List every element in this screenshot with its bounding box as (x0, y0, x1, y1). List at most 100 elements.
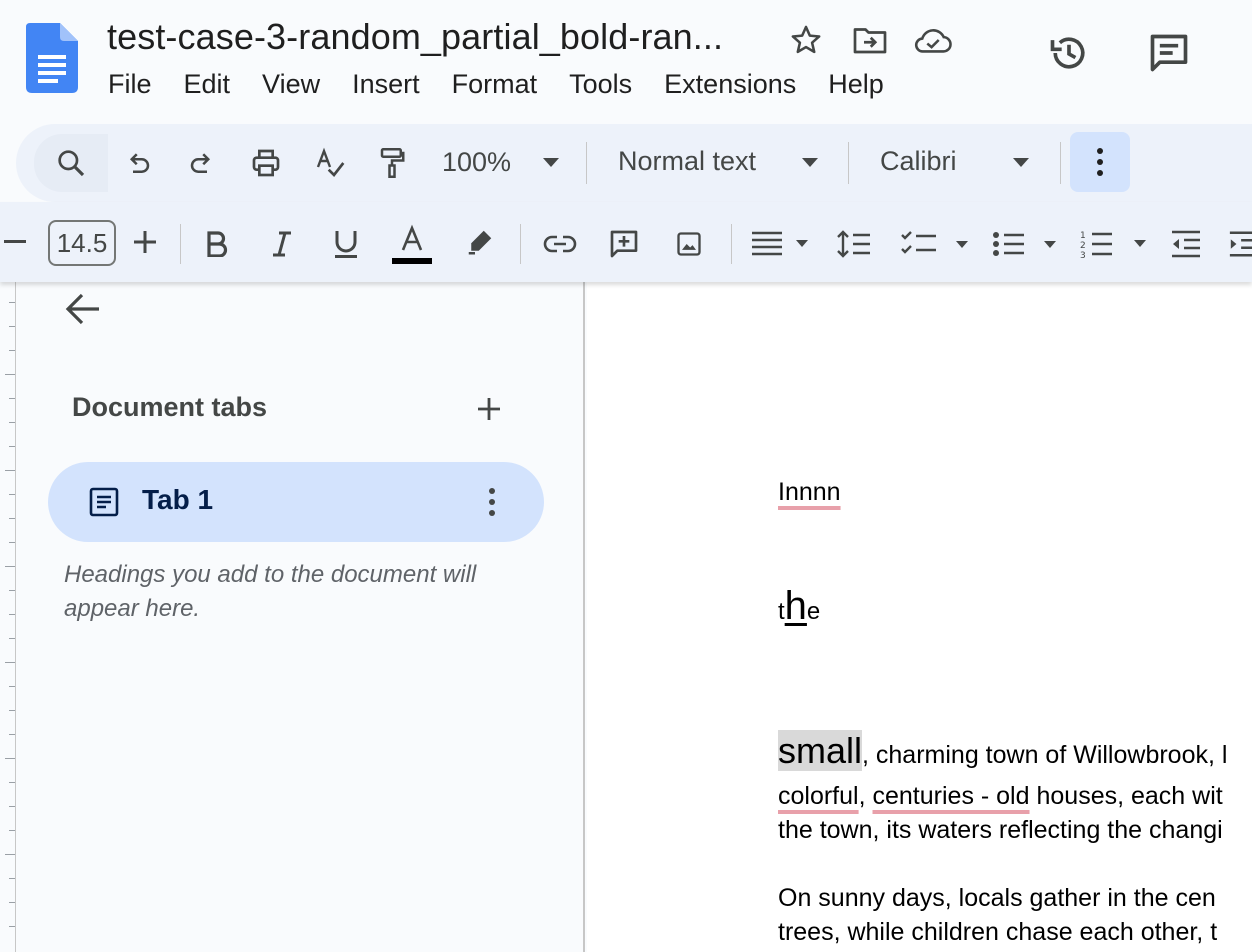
svg-text:2: 2 (1080, 241, 1086, 251)
doc-line-the[interactable]: the (778, 584, 820, 629)
move-to-folder-icon[interactable] (850, 20, 890, 60)
paragraph-style-select[interactable]: Normal text (618, 146, 756, 177)
underline-button[interactable] (325, 222, 367, 266)
bold-button[interactable] (196, 222, 238, 266)
undo-button[interactable] (116, 143, 160, 183)
ruler-tick (9, 830, 15, 831)
doc-paragraph-line[interactable]: On sunny days, locals gather in the cen (778, 884, 1216, 913)
main-toolbar: 100% Normal text Calibri (16, 124, 1252, 202)
font-family-select[interactable]: Calibri (880, 146, 957, 177)
arrow-back-icon (65, 293, 99, 325)
decrease-indent-button[interactable] (1164, 222, 1208, 266)
text-run: houses, each wit (1029, 782, 1223, 810)
more-options-button[interactable] (1070, 132, 1130, 192)
italic-icon (273, 231, 291, 257)
ruler-tick (9, 686, 15, 687)
menu-bar: File Edit View Insert Format Tools Exten… (92, 64, 900, 104)
zoom-value[interactable]: 100% (442, 147, 511, 178)
doc-line-innnn[interactable]: Innnn (778, 478, 841, 507)
cloud-saved-icon[interactable] (913, 20, 953, 60)
document-canvas[interactable]: Innnn the small, charming town of Willow… (587, 282, 1252, 952)
plus-icon (134, 231, 156, 253)
version-history-icon[interactable] (1044, 28, 1094, 78)
document-title[interactable]: test-case-3-random_partial_bold-ran... (107, 16, 723, 58)
underline-icon (335, 231, 357, 258)
add-comment-button[interactable] (602, 222, 646, 266)
insert-link-button[interactable] (538, 222, 582, 266)
selected-word[interactable]: small (778, 730, 863, 771)
font-size-input[interactable]: 14.5 (48, 220, 116, 266)
decrease-font-size-button[interactable] (0, 224, 30, 260)
spelling-grammar-button[interactable] (308, 143, 352, 183)
add-tab-button[interactable] (472, 392, 506, 426)
ruler-tick (9, 782, 15, 783)
paint-format-button[interactable] (370, 143, 414, 183)
bulleted-list-icon (993, 232, 1056, 256)
text-run: t (778, 598, 785, 625)
misspelled-word[interactable]: colorful (778, 782, 859, 810)
print-button[interactable] (244, 143, 288, 183)
ruler-tick (5, 662, 15, 663)
font-dropdown-icon[interactable] (1006, 148, 1036, 178)
bulleted-list-button[interactable] (986, 222, 1066, 266)
svg-text:1: 1 (1080, 231, 1086, 241)
undo-icon (129, 153, 150, 173)
text-run: the town, its waters reflecting the chan… (778, 816, 1223, 844)
doc-paragraph-line[interactable]: small, charming town of Willowbrook, l (778, 730, 1227, 772)
align-justify-button[interactable] (746, 222, 812, 266)
zoom-dropdown-icon[interactable] (536, 148, 566, 178)
menu-tools[interactable]: Tools (553, 64, 648, 104)
ruler-tick (9, 590, 15, 591)
doc-paragraph-line[interactable]: the town, its waters reflecting the chan… (778, 816, 1223, 845)
vertical-ruler (0, 282, 16, 952)
italic-button[interactable] (261, 222, 303, 266)
menu-help[interactable]: Help (812, 64, 900, 104)
ruler-tick (9, 614, 15, 615)
increase-indent-button[interactable] (1228, 222, 1252, 266)
toolbar-divider (1060, 142, 1061, 184)
menu-file[interactable]: File (92, 64, 168, 104)
grammar-flagged-phrase[interactable]: centuries - old (873, 782, 1030, 810)
ruler-tick (9, 398, 15, 399)
ruler-tick (9, 638, 15, 639)
align-justify-icon (752, 231, 808, 256)
toolbar-divider (180, 224, 181, 264)
menu-format[interactable]: Format (436, 64, 554, 104)
redo-button[interactable] (180, 143, 224, 183)
spellcheck-icon (316, 147, 345, 178)
highlight-color-button[interactable] (458, 220, 502, 264)
ruler-tick (5, 566, 15, 567)
doc-paragraph-line[interactable]: trees, while children chase each other, … (778, 918, 1217, 947)
svg-text:3: 3 (1080, 251, 1086, 260)
line-spacing-button[interactable] (832, 222, 876, 266)
tab-options-button[interactable] (474, 482, 510, 522)
panel-heading: Document tabs (72, 392, 268, 422)
comments-icon[interactable] (1144, 28, 1194, 78)
ruler-tick (9, 518, 15, 519)
doc-paragraph-line[interactable]: colorful, centuries - old houses, each w… (778, 782, 1223, 811)
increase-font-size-button[interactable] (128, 224, 162, 260)
ruler-tick (5, 854, 15, 855)
star-icon[interactable] (786, 20, 826, 60)
google-docs-logo-icon[interactable] (26, 23, 78, 93)
document-tab-item[interactable]: Tab 1 (48, 462, 544, 542)
link-icon (543, 235, 577, 253)
numbered-list-button[interactable]: 123 (1076, 222, 1156, 266)
minus-icon (4, 240, 26, 243)
ruler-tick (9, 734, 15, 735)
style-dropdown-icon[interactable] (795, 148, 825, 178)
checklist-button[interactable] (896, 222, 976, 266)
ruler-tick (5, 470, 15, 471)
menu-edit[interactable]: Edit (168, 64, 247, 104)
insert-image-button[interactable] (667, 222, 711, 266)
search-menus-button[interactable] (34, 134, 108, 192)
misspelled-word[interactable]: Innnn (778, 478, 841, 506)
menu-view[interactable]: View (246, 64, 336, 104)
highlighter-icon (468, 230, 492, 255)
menu-extensions[interactable]: Extensions (648, 64, 812, 104)
close-outline-button[interactable] (60, 286, 106, 332)
menu-insert[interactable]: Insert (336, 64, 436, 104)
text-color-button[interactable] (388, 220, 436, 268)
ruler-tick (9, 302, 15, 303)
search-icon (58, 150, 85, 177)
